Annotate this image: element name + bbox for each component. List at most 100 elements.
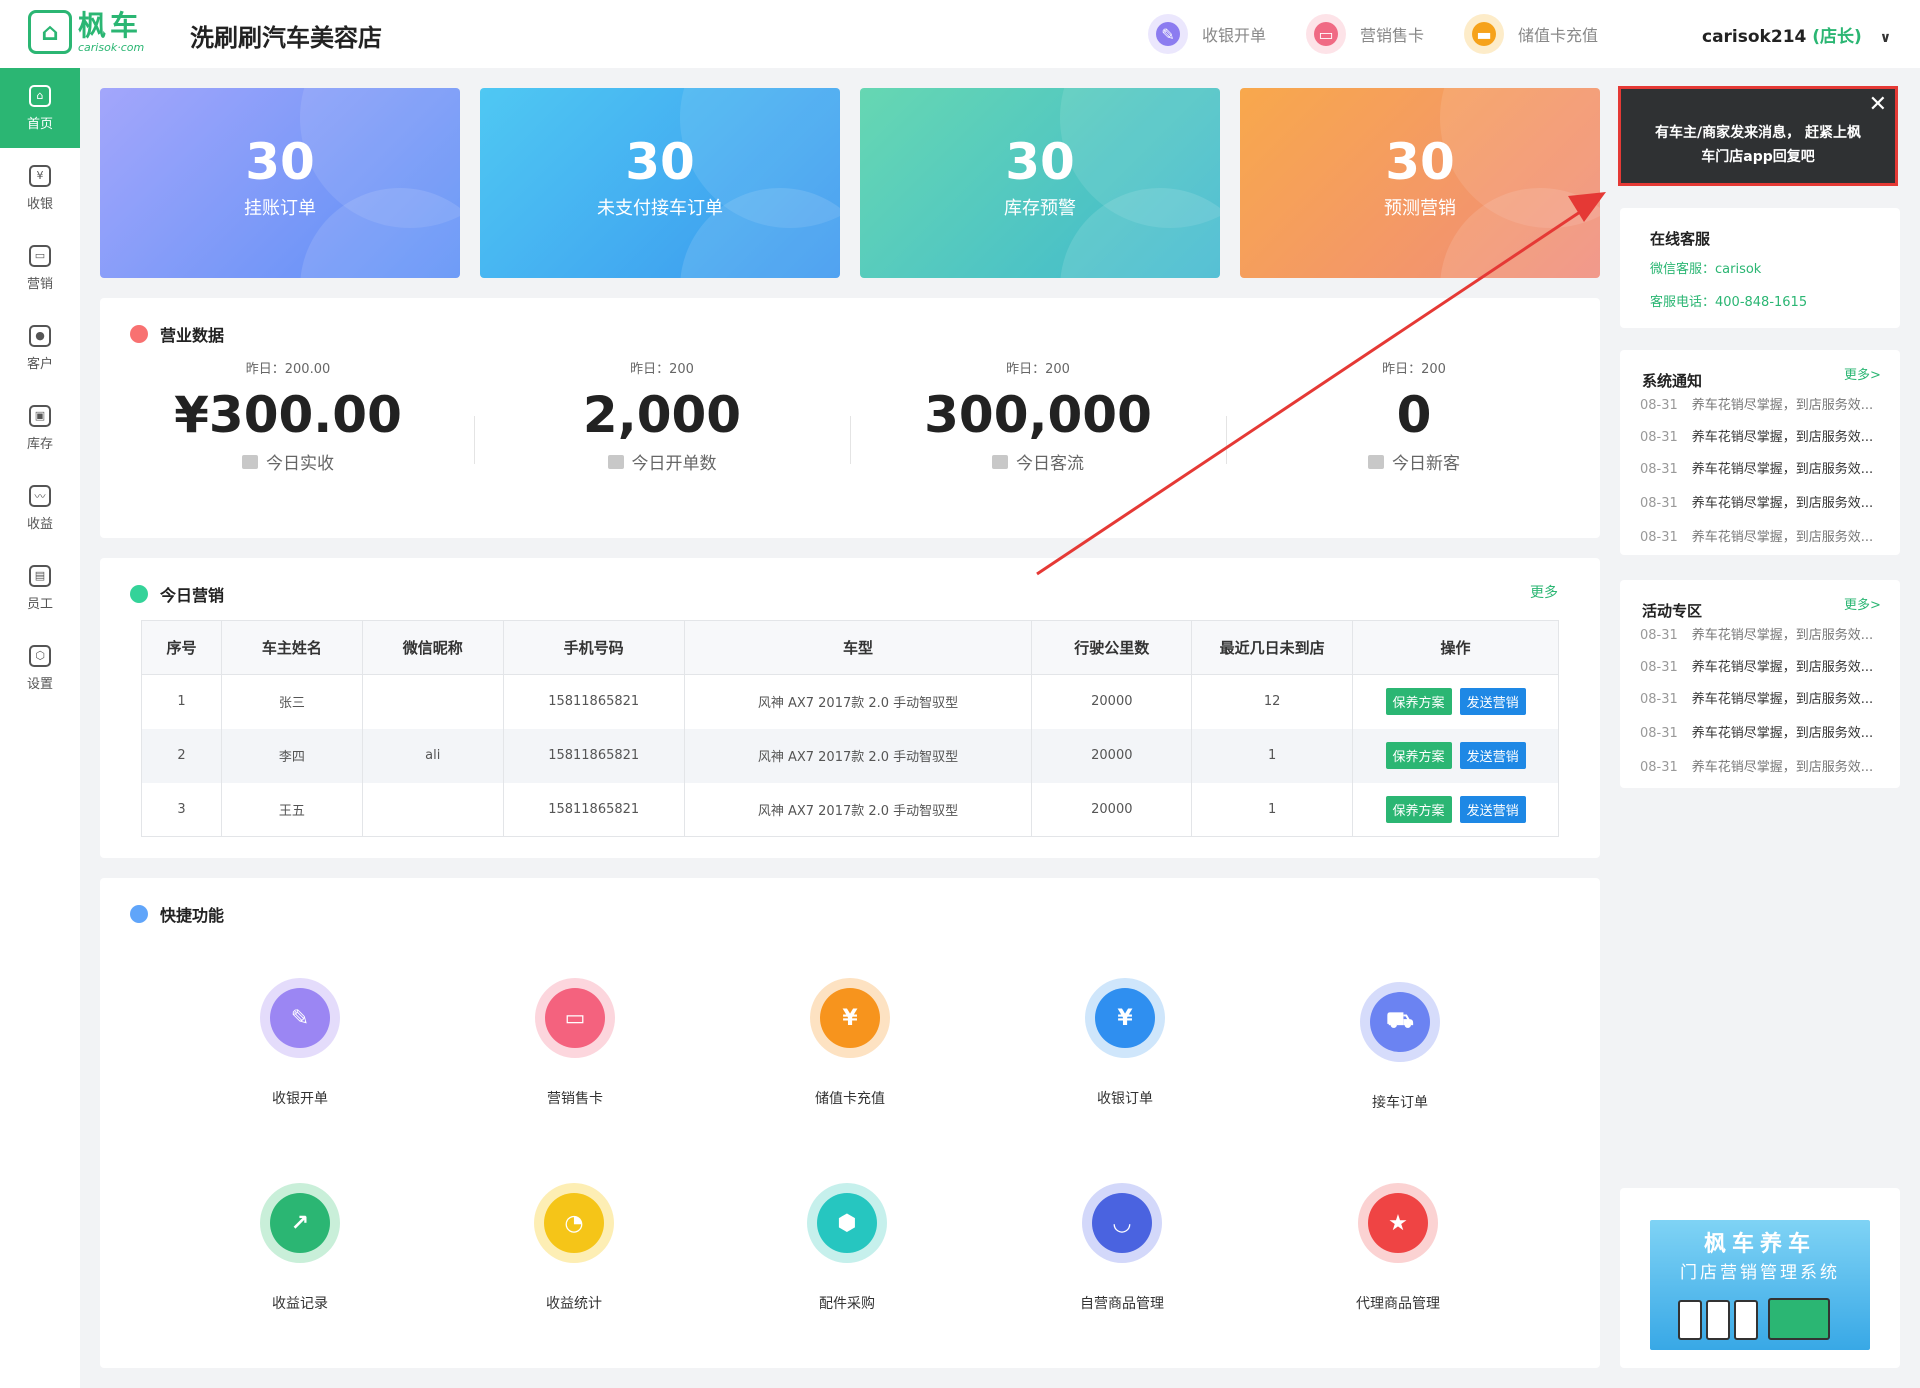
quick-label: 营销售卡 xyxy=(547,1091,603,1107)
send-marketing-button[interactable]: 发送营销 xyxy=(1459,742,1526,769)
stat-card-pending-orders[interactable]: 30 挂账订单 xyxy=(100,88,460,278)
shopping-bag-icon: ◡ xyxy=(1092,1193,1152,1253)
sidebar-item-staff[interactable]: ▤ 员工 xyxy=(0,548,80,628)
biz-yesterday: 昨日：200 xyxy=(1006,362,1070,377)
maintenance-plan-button[interactable]: 保养方案 xyxy=(1385,795,1452,823)
header-recharge-button[interactable]: ▬ 储值卡充值 xyxy=(1464,14,1598,54)
list-item[interactable]: 08-31 养车花销尽掌握，到店服务效... xyxy=(1640,492,1890,511)
quick-pickup-orders[interactable]: ⛟ 接车订单 xyxy=(1310,982,1490,1112)
table-row: 1 张三 15811865821 风神 AX7 2017款 2.0 手动智驭型 … xyxy=(141,674,1559,729)
activity-card: 活动专区 更多> 08-31 养车花销尽掌握，到店服务效... 08-31 养车花销… xyxy=(1620,580,1900,788)
quick-label: 配件采购 xyxy=(819,1296,875,1312)
maintenance-plan-button[interactable]: 保养方案 xyxy=(1385,688,1452,716)
header-cashier-label: 收银开单 xyxy=(1202,26,1267,45)
stat-value: 30 xyxy=(1385,133,1455,191)
marketing-table: 序号 车主姓名 微信昵称 手机号码 车型 行驶公里数 最近几日未到店 操作 1 … xyxy=(141,620,1559,837)
send-marketing-button[interactable]: 发送营销 xyxy=(1459,688,1526,716)
quick-cashier-orders[interactable]: ¥ 收银订单 xyxy=(1035,978,1215,1108)
ticket-icon: ▭ xyxy=(29,244,51,267)
list-item[interactable]: 08-31 养车花销尽掌握，到店服务效... xyxy=(1640,394,1890,413)
header-card-sale-label: 营销售卡 xyxy=(1360,26,1425,45)
header-card-sale-button[interactable]: ▭ 营销售卡 xyxy=(1306,14,1424,54)
panel-title: 今日营销 xyxy=(130,582,224,606)
list-item[interactable]: 08-31 养车花销尽掌握，到店服务效... xyxy=(1640,526,1890,545)
header-cashier-button[interactable]: ✎ 收银开单 xyxy=(1148,14,1266,54)
stat-label: 未支付接车订单 xyxy=(597,198,723,219)
table-row: 3 王五 15811865821 风神 AX7 2017款 2.0 手动智驭型 … xyxy=(141,782,1559,837)
brand-logo[interactable]: ⌂ 枫车 carisok·com xyxy=(28,10,144,54)
list-item[interactable]: 08-31 养车花销尽掌握，到店服务效... xyxy=(1640,656,1890,675)
quick-cashier[interactable]: ✎ 收银开单 xyxy=(210,978,390,1108)
quick-label: 收益统计 xyxy=(546,1296,602,1312)
list-item[interactable]: 08-31 养车花销尽掌握，到店服务效... xyxy=(1640,722,1890,741)
list-item[interactable]: 08-31 养车花销尽掌握，到店服务效... xyxy=(1640,458,1890,477)
sidebar-item-cashier[interactable]: ¥ 收银 xyxy=(0,148,80,228)
close-icon[interactable]: ✕ xyxy=(1869,93,1887,117)
monitor-device-icon xyxy=(1768,1298,1830,1340)
revenue-chart-icon: 〰 xyxy=(29,484,51,507)
sidebar-item-label: 营销 xyxy=(26,276,53,292)
cell-wechat xyxy=(361,674,504,729)
staff-icon: ▤ xyxy=(29,564,51,587)
list-item[interactable]: 08-31 养车花销尽掌握，到店服务效... xyxy=(1640,756,1890,775)
card-icon: ▭ xyxy=(1306,14,1346,54)
activity-more-link[interactable]: 更多> xyxy=(1844,594,1881,613)
logo-subtitle: carisok·com xyxy=(78,40,145,54)
promo-title: 枫车养车 xyxy=(1703,1232,1816,1257)
list-item[interactable]: 08-31 养车花销尽掌握，到店服务效... xyxy=(1640,624,1890,643)
quick-label: 收银订单 xyxy=(1097,1091,1153,1107)
sidebar-item-settings[interactable]: ⬡ 设置 xyxy=(0,628,80,708)
service-phone[interactable]: 客服电话：400-848-1615 xyxy=(1650,291,1807,310)
quick-self-goods[interactable]: ◡ 自营商品管理 xyxy=(1032,1183,1212,1313)
quick-recharge[interactable]: ¥ 储值卡充值 xyxy=(760,978,940,1108)
sidebar-item-revenue[interactable]: 〰 收益 xyxy=(0,468,80,548)
quick-parts-purchase[interactable]: ⬢ 配件采购 xyxy=(757,1183,937,1313)
cell-no: 1 xyxy=(141,674,222,729)
sidebar: ⌂ 首页 ¥ 收银 ▭ 营销 ● 客户 ▣ 库存 〰 收益 ▤ 员工 ⬡ 设置 xyxy=(0,68,80,1388)
chevron-down-icon: ∨ xyxy=(1879,30,1892,46)
sidebar-item-customer[interactable]: ● 客户 xyxy=(0,308,80,388)
notice-more-link[interactable]: 更多> xyxy=(1844,364,1881,383)
list-item[interactable]: 08-31 养车花销尽掌握，到店服务效... xyxy=(1640,688,1890,707)
wallet-icon: ▬ xyxy=(1464,14,1504,54)
quick-revenue-records[interactable]: ↗ 收益记录 xyxy=(210,1183,390,1313)
biz-today-orders: 昨日：200 2,000 今日开单数 xyxy=(512,358,812,474)
user-menu[interactable]: carisok214 (店长) ∨ xyxy=(1702,22,1891,47)
toast-line-2: 车门店app回复吧 xyxy=(1701,149,1815,165)
quick-card-sale[interactable]: ▭ 营销售卡 xyxy=(485,978,665,1108)
top-header: ⌂ 枫车 carisok·com 洗刷刷汽车美容店 ✎ 收银开单 ▭ 营销售卡 … xyxy=(0,0,1920,68)
quick-revenue-stats[interactable]: ◔ 收益统计 xyxy=(484,1183,664,1313)
promo-banner[interactable]: 枫车养车 门店营销管理系统 xyxy=(1650,1220,1870,1350)
customer-icon: ● xyxy=(29,324,51,347)
service-wechat[interactable]: 微信客服：carisok xyxy=(1650,258,1761,277)
star-badge-icon: ★ xyxy=(1368,1193,1428,1253)
list-item[interactable]: 08-31 养车花销尽掌握，到店服务效... xyxy=(1640,426,1890,445)
column-header: 车主姓名 xyxy=(220,620,363,675)
cash-register-icon: ✎ xyxy=(270,988,330,1048)
quick-agent-goods[interactable]: ★ 代理商品管理 xyxy=(1308,1183,1488,1313)
biz-value: ¥300.00 xyxy=(174,386,402,444)
stat-label: 预测营销 xyxy=(1384,198,1456,219)
sidebar-item-inventory[interactable]: ▣ 库存 xyxy=(0,388,80,468)
sidebar-item-marketing[interactable]: ▭ 营销 xyxy=(0,228,80,308)
stat-card-unpaid-orders[interactable]: 30 未支付接车订单 xyxy=(480,88,840,278)
quick-label: 代理商品管理 xyxy=(1356,1296,1440,1312)
business-data-panel: 营业数据 昨日：200.00 ¥300.00 今日实收 昨日：200 2,000… xyxy=(100,298,1600,538)
stat-value: 30 xyxy=(625,133,695,191)
cell-phone: 15811865821 xyxy=(502,782,685,837)
logo-title: 枫车 xyxy=(78,8,143,42)
marketing-more-link[interactable]: 更多 xyxy=(1530,582,1558,602)
marketing-title: 今日营销 xyxy=(160,586,225,605)
card-icon: ▭ xyxy=(545,988,605,1048)
inventory-icon: ▣ xyxy=(29,404,51,427)
stat-card-forecast-marketing[interactable]: 30 预测营销 xyxy=(1240,88,1600,278)
system-notice-card: 系统通知 更多> 08-31 养车花销尽掌握，到店服务效... 08-31 养车花销… xyxy=(1620,350,1900,555)
biz-label: 今日新客 xyxy=(1392,454,1460,474)
activity-title: 活动专区 xyxy=(1642,602,1703,620)
cell-no: 3 xyxy=(141,782,222,837)
sidebar-item-home[interactable]: ⌂ 首页 xyxy=(0,68,80,148)
send-marketing-button[interactable]: 发送营销 xyxy=(1459,795,1526,823)
maintenance-plan-button[interactable]: 保养方案 xyxy=(1385,742,1452,769)
quick-label: 收益记录 xyxy=(272,1296,328,1312)
stat-card-stock-warning[interactable]: 30 库存预警 xyxy=(860,88,1220,278)
